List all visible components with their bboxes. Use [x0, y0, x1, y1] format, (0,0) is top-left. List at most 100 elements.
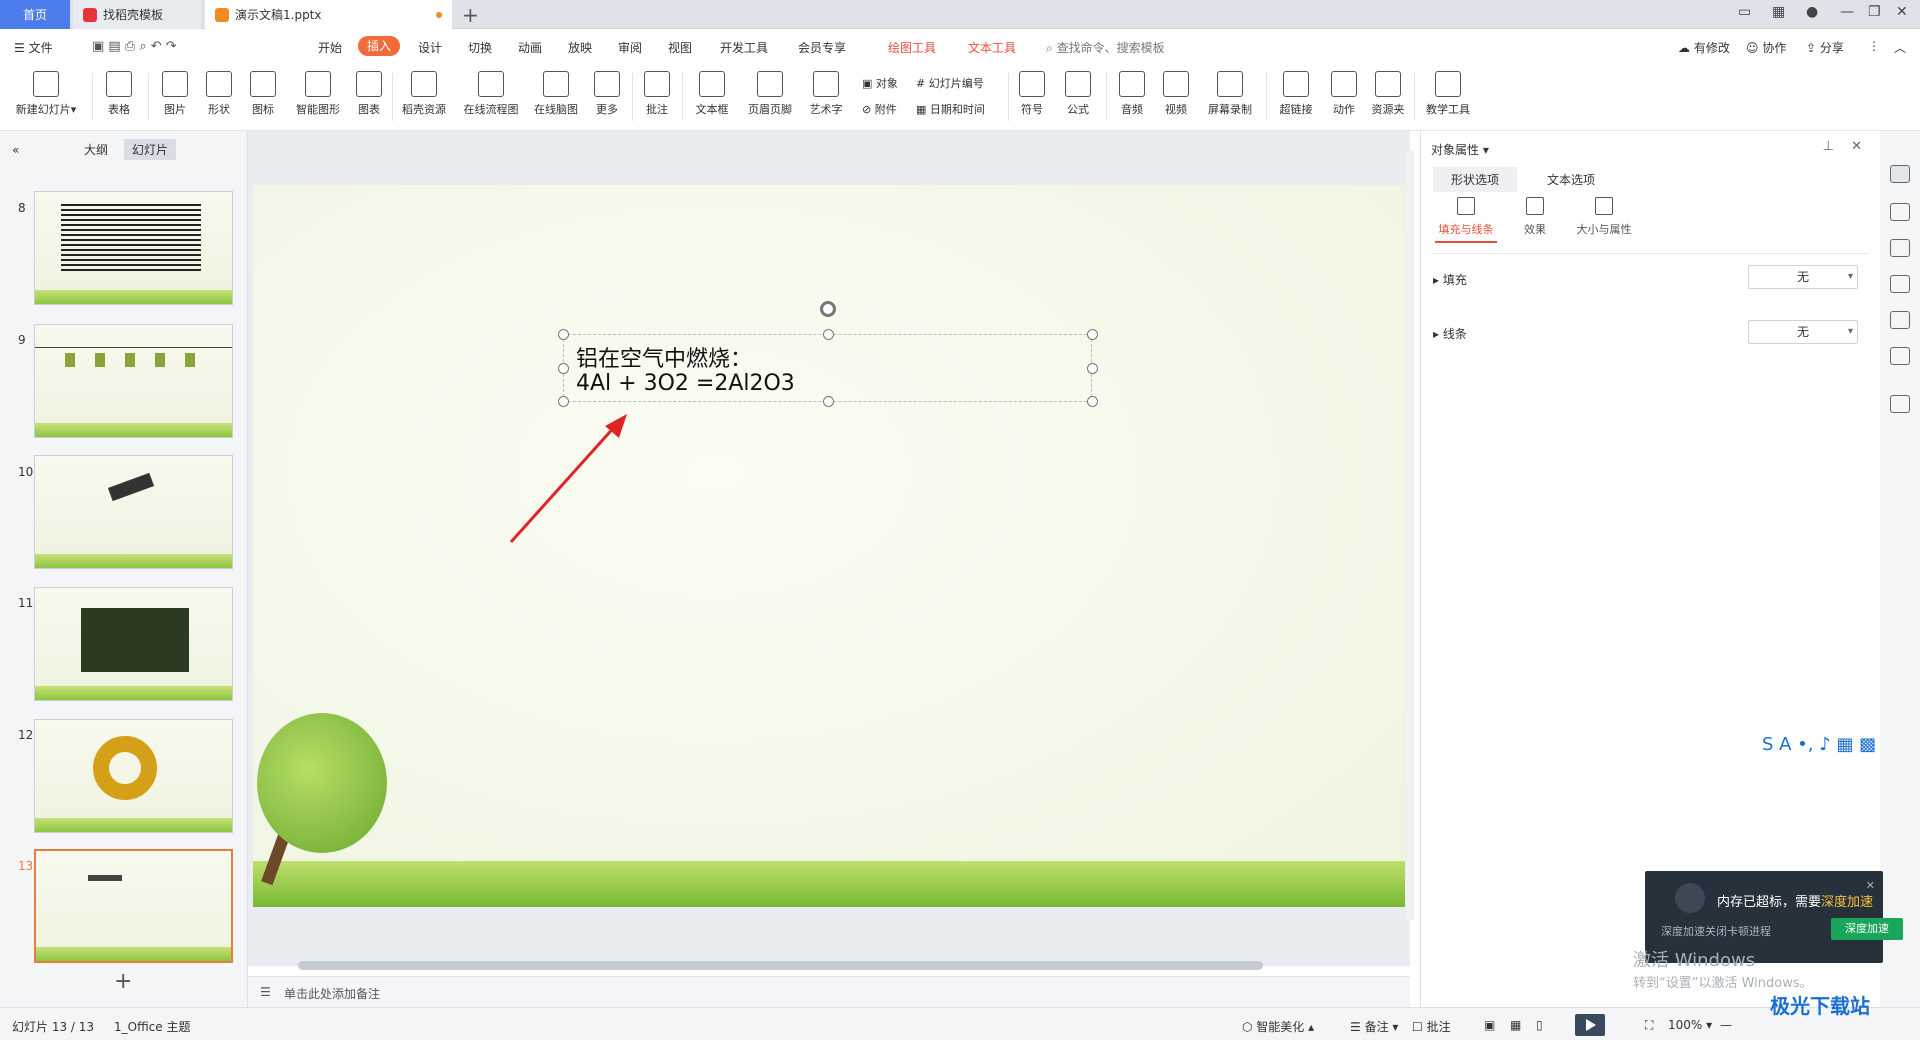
- theme-name[interactable]: 1_Office 主题: [114, 1018, 190, 1035]
- menu-text-tools[interactable]: 文本工具: [968, 39, 1016, 56]
- modified-button[interactable]: ☁ 有修改: [1678, 39, 1730, 56]
- chart-button[interactable]: 图表: [350, 71, 388, 117]
- slide-thumbnail-10[interactable]: [34, 455, 233, 569]
- resize-handle[interactable]: [823, 396, 834, 407]
- menu-animation[interactable]: 动画: [518, 39, 542, 56]
- quick-access-icons[interactable]: ▣ ▤ ⎙ ⌕ ↶ ↷: [92, 39, 177, 54]
- video-button[interactable]: 视频: [1156, 71, 1196, 117]
- menu-member[interactable]: 会员专享: [798, 39, 846, 56]
- pin-icon[interactable]: ⊥: [1823, 139, 1834, 154]
- action-button[interactable]: 动作: [1324, 71, 1364, 117]
- docer-resource-button[interactable]: 稻壳资源: [396, 71, 452, 117]
- screen-record-button[interactable]: 屏幕录制: [1202, 71, 1258, 117]
- table-button[interactable]: 表格: [100, 71, 138, 117]
- object-button[interactable]: ▣ 对象: [862, 75, 898, 91]
- mindmap-button[interactable]: 在线脑图: [528, 71, 584, 117]
- wordart-button[interactable]: 艺术字: [802, 71, 850, 117]
- play-slideshow-button[interactable]: [1575, 1014, 1605, 1036]
- grid-icon[interactable]: ▦: [1772, 4, 1785, 20]
- notes-area[interactable]: ☰ 单击此处添加备注: [248, 976, 1410, 1007]
- deep-accelerate-button[interactable]: 深度加速: [1831, 918, 1903, 940]
- textbox-button[interactable]: 文本框: [688, 71, 736, 117]
- avatar-icon[interactable]: ●: [1806, 4, 1818, 20]
- resize-handle[interactable]: [1087, 363, 1098, 374]
- shape-button[interactable]: 形状: [200, 71, 238, 117]
- audio-button[interactable]: 音频: [1112, 71, 1152, 117]
- more-menu-icon[interactable]: ⋮: [1868, 39, 1880, 53]
- tab-outline[interactable]: 大纲: [76, 139, 116, 160]
- smart-beautify-button[interactable]: ⬡ 智能美化 ▴: [1242, 1018, 1314, 1035]
- tab-shape-options[interactable]: 形状选项: [1433, 167, 1518, 192]
- add-slide-button[interactable]: +: [114, 969, 132, 994]
- collaborate-button[interactable]: ☺ 协作: [1746, 39, 1786, 56]
- formula-textbox[interactable]: 铝在空气中燃烧： 4Al + 3O2 =2Al2O3: [563, 334, 1092, 402]
- slide-thumbnail-8[interactable]: [34, 191, 233, 305]
- rocket-icon[interactable]: [1890, 395, 1910, 413]
- line-section-toggle[interactable]: ▸ 线条: [1433, 325, 1467, 342]
- fill-dropdown[interactable]: 无: [1748, 265, 1858, 289]
- share-button[interactable]: ⇪ 分享: [1806, 39, 1844, 56]
- search-command[interactable]: ⌕ 查找命令、搜索模板: [1046, 39, 1165, 56]
- menu-view[interactable]: 视图: [668, 39, 692, 56]
- symbol-button[interactable]: 符号: [1012, 71, 1052, 117]
- current-slide[interactable]: [253, 185, 1405, 907]
- book-icon[interactable]: [1890, 347, 1910, 365]
- menu-developer[interactable]: 开发工具: [720, 39, 768, 56]
- menu-drawing-tools[interactable]: 绘图工具: [888, 39, 936, 56]
- resize-handle[interactable]: [1087, 396, 1098, 407]
- close-pane-icon[interactable]: ✕: [1851, 139, 1862, 154]
- subtab-effects[interactable]: 效果: [1515, 197, 1555, 237]
- zoom-level[interactable]: 100% ▾: [1668, 1018, 1712, 1032]
- comments-toggle[interactable]: ☐ 批注: [1412, 1018, 1451, 1035]
- formula-button[interactable]: 公式: [1058, 71, 1098, 117]
- restore-icon[interactable]: ❐: [1868, 4, 1881, 20]
- line-dropdown[interactable]: 无: [1748, 320, 1858, 344]
- icon-button[interactable]: 图标: [244, 71, 282, 117]
- layout-icon[interactable]: ▭: [1738, 4, 1751, 20]
- animation-icon[interactable]: [1890, 203, 1910, 221]
- popup-close-icon[interactable]: ✕: [1866, 879, 1875, 892]
- menu-transition[interactable]: 切换: [468, 39, 492, 56]
- vertical-scrollbar[interactable]: [1406, 150, 1414, 920]
- sorter-view-icon[interactable]: ▦: [1510, 1018, 1521, 1032]
- hyperlink-button[interactable]: 超链接: [1272, 71, 1320, 117]
- slide-thumbnail-13[interactable]: [34, 849, 233, 963]
- slide-thumbnail-9[interactable]: [34, 324, 233, 438]
- tab-slides[interactable]: 幻灯片: [124, 139, 177, 160]
- resize-handle[interactable]: [558, 396, 569, 407]
- picture-button[interactable]: 图片: [156, 71, 194, 117]
- fit-window-icon[interactable]: ⛶: [1645, 1018, 1653, 1033]
- new-tab-button[interactable]: +: [462, 3, 479, 27]
- date-time-button[interactable]: ▦ 日期和时间: [916, 101, 985, 117]
- pane-title[interactable]: 对象属性 ▾: [1431, 141, 1489, 158]
- reading-view-icon[interactable]: ▯: [1536, 1018, 1543, 1032]
- properties-icon[interactable]: [1890, 165, 1910, 183]
- more-button[interactable]: 更多: [588, 71, 626, 117]
- notes-toggle[interactable]: ☰ 备注 ▾: [1350, 1018, 1398, 1035]
- collapse-ribbon-icon[interactable]: ︿: [1894, 39, 1906, 56]
- resize-handle[interactable]: [558, 363, 569, 374]
- slide-number-button[interactable]: # 幻灯片编号: [916, 75, 984, 91]
- menu-slideshow[interactable]: 放映: [568, 39, 592, 56]
- menu-review[interactable]: 审阅: [618, 39, 642, 56]
- tab-document[interactable]: 演示文稿1.pptx: [205, 0, 452, 29]
- new-slide-button[interactable]: 新建幻灯片▾: [10, 71, 82, 117]
- popup-highlight[interactable]: 深度加速: [1821, 895, 1873, 910]
- slide-thumbnail-12[interactable]: [34, 719, 233, 833]
- fill-section-toggle[interactable]: ▸ 填充: [1433, 271, 1467, 288]
- textbox-line-2[interactable]: 4Al + 3O2 =2Al2O3: [576, 371, 795, 396]
- smart-graphic-button[interactable]: 智能图形: [290, 71, 346, 117]
- close-icon[interactable]: ✕: [1896, 4, 1908, 20]
- tab-text-options[interactable]: 文本选项: [1529, 167, 1613, 192]
- notes-placeholder[interactable]: 单击此处添加备注: [284, 985, 380, 1002]
- location-icon[interactable]: [1890, 311, 1910, 329]
- menu-start[interactable]: 开始: [318, 39, 342, 56]
- rotate-handle[interactable]: [820, 301, 836, 317]
- subtab-fill-line[interactable]: 填充与线条: [1435, 197, 1497, 243]
- collapse-pane-icon[interactable]: «: [4, 141, 27, 159]
- header-footer-button[interactable]: 页眉页脚: [742, 71, 798, 117]
- tab-template[interactable]: 找稻壳模板: [73, 0, 201, 29]
- resource-folder-button[interactable]: 资源夹: [1366, 71, 1410, 117]
- resize-handle[interactable]: [823, 329, 834, 340]
- image-icon[interactable]: [1890, 275, 1910, 293]
